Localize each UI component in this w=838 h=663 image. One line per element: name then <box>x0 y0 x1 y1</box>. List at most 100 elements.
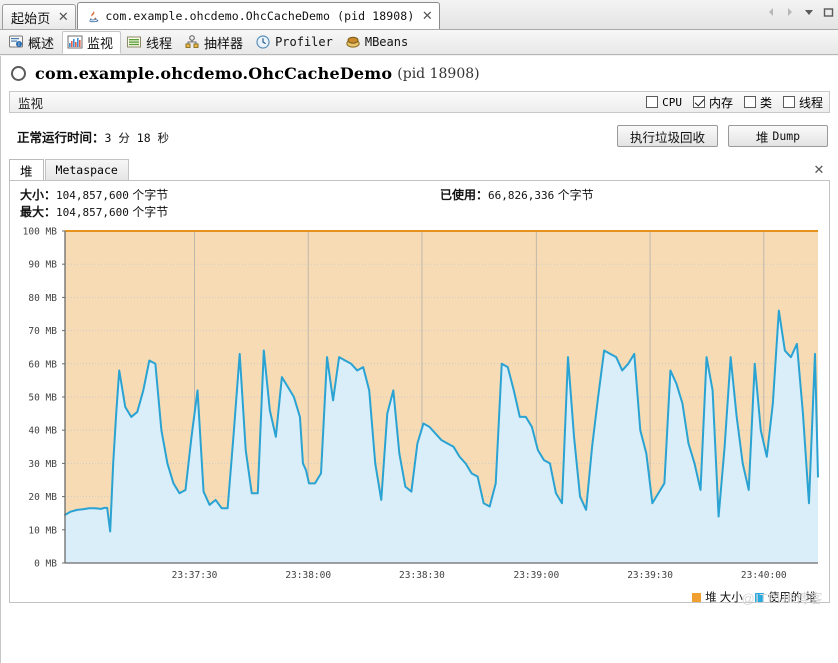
chevron-down-icon[interactable] <box>801 4 817 20</box>
tab-threads[interactable]: 线程 <box>122 31 179 54</box>
window-tab-start-page[interactable]: 起始页 ✕ <box>2 4 76 29</box>
button-label: 堆 <box>756 127 769 146</box>
checkbox-box[interactable] <box>693 96 705 108</box>
window-tab-label: 起始页 <box>11 8 50 27</box>
window-tab-label: com.example.ohcdemo.OhcCacheDemo (pid 18… <box>105 9 414 23</box>
tab-label: 概述 <box>28 33 54 52</box>
heap-max-line: 最大：104,857,600 个字节 <box>20 204 440 221</box>
close-icon[interactable]: ✕ <box>812 163 826 177</box>
monitor-section-header: 监视 CPU 内存 类 线程 <box>9 91 830 113</box>
heap-max-label: 最大： <box>20 205 56 219</box>
svg-text:i: i <box>18 42 19 48</box>
tab-overview[interactable]: i 概述 <box>4 31 61 54</box>
maximize-button[interactable] <box>820 4 836 20</box>
svg-text:23:38:30: 23:38:30 <box>399 570 445 581</box>
tab-label: 抽样器 <box>204 33 243 52</box>
heap-size-unit: 个字节 <box>132 188 168 202</box>
heap-chart-svg: 0 MB10 MB20 MB30 MB40 MB50 MB60 MB70 MB8… <box>10 225 828 603</box>
heap-dump-button[interactable]: 堆Dump <box>728 125 828 147</box>
checkbox-classes[interactable]: 类 <box>744 94 772 111</box>
svg-text:0 MB: 0 MB <box>34 559 57 570</box>
tab-monitor[interactable]: 监视 <box>62 31 121 54</box>
tab-metaspace[interactable]: Metaspace <box>45 159 129 180</box>
heap-max-value: 104,857,600 <box>56 206 129 219</box>
perform-gc-button[interactable]: 执行垃圾回收 <box>617 125 718 147</box>
netbeans-profiler-window: 起始页 ✕ com.example.ohcdemo.OhcCacheDemo (… <box>0 0 838 663</box>
svg-text:23:38:00: 23:38:00 <box>285 570 331 581</box>
heap-stats-right: 已使用：66,826,336 个字节 <box>440 187 594 221</box>
tab-sampler[interactable]: 抽样器 <box>180 31 250 54</box>
heap-used-value: 66,826,336 <box>488 189 554 202</box>
tab-label: 线程 <box>146 33 172 52</box>
heap-chart-panel: 大小：104,857,600 个字节 最大：104,857,600 个字节 已使… <box>9 181 830 603</box>
svg-text:30 MB: 30 MB <box>28 459 57 470</box>
uptime-text: 正常运行时间：3 分 18 秒 <box>17 127 169 146</box>
heap-usage-chart: 0 MB10 MB20 MB30 MB40 MB50 MB60 MB70 MB8… <box>10 225 829 603</box>
heap-used-label: 已使用： <box>440 188 488 202</box>
monitor-content-panel: com.example.ohcdemo.OhcCacheDemo (pid 18… <box>0 56 838 663</box>
button-label-suffix: Dump <box>772 129 800 143</box>
svg-text:40 MB: 40 MB <box>28 426 57 437</box>
svg-text:23:37:30: 23:37:30 <box>172 570 218 581</box>
prev-tab-button[interactable] <box>763 4 779 20</box>
view-tab-bar: i 概述 监视 线程 <box>0 30 838 55</box>
button-label: 执行垃圾回收 <box>630 127 705 146</box>
close-icon[interactable]: ✕ <box>421 10 433 22</box>
window-tab-bar: 起始页 ✕ com.example.ohcdemo.OhcCacheDemo (… <box>0 0 838 30</box>
overview-icon: i <box>8 34 24 50</box>
tab-heap[interactable]: 堆 <box>9 159 44 180</box>
tab-profiler[interactable]: Profiler <box>251 31 340 54</box>
checkbox-box[interactable] <box>783 96 795 108</box>
close-icon[interactable]: ✕ <box>57 11 69 23</box>
section-title: 监视 <box>18 93 43 112</box>
process-title: com.example.ohcdemo.OhcCacheDemo (pid 18… <box>1 56 838 89</box>
profiler-clock-icon <box>255 34 271 50</box>
heap-stats-row: 大小：104,857,600 个字节 最大：104,857,600 个字节 已使… <box>20 187 819 221</box>
tab-mbeans[interactable]: MBeans <box>341 31 415 54</box>
process-pid: (pid 18908) <box>397 66 479 82</box>
java-icon <box>86 9 100 23</box>
chart-legend: 堆 大小 使用的 堆 <box>692 589 817 605</box>
tab-label: Metaspace <box>56 163 118 177</box>
checkbox-cpu[interactable]: CPU <box>646 96 682 109</box>
svg-text:20 MB: 20 MB <box>28 492 57 503</box>
next-tab-button[interactable] <box>782 4 798 20</box>
svg-text:70 MB: 70 MB <box>28 326 57 337</box>
legend-swatch <box>692 593 701 602</box>
heap-size-value: 104,857,600 <box>56 189 129 202</box>
threads-icon <box>126 34 142 50</box>
heap-stats-left: 大小：104,857,600 个字节 最大：104,857,600 个字节 <box>20 187 440 221</box>
tab-navigation-controls <box>763 4 836 20</box>
checkbox-label: 类 <box>760 94 772 111</box>
checkbox-memory[interactable]: 内存 <box>693 94 733 111</box>
heap-size-label: 大小： <box>20 188 56 202</box>
svg-text:100 MB: 100 MB <box>23 227 58 238</box>
monitor-chart-icon <box>67 34 83 50</box>
svg-text:23:40:00: 23:40:00 <box>741 570 787 581</box>
monitor-metric-checkboxes: CPU 内存 类 线程 <box>646 94 823 111</box>
uptime-label: 正常运行时间： <box>17 131 105 145</box>
tab-label: 堆 <box>20 161 33 180</box>
process-name: com.example.ohcdemo.OhcCacheDemo <box>35 64 392 83</box>
sampler-icon <box>184 34 200 50</box>
window-tab-process[interactable]: com.example.ohcdemo.OhcCacheDemo (pid 18… <box>77 2 440 29</box>
svg-text:23:39:00: 23:39:00 <box>513 570 559 581</box>
tab-label: 监视 <box>87 33 113 52</box>
svg-text:10 MB: 10 MB <box>28 525 57 536</box>
tab-label: Profiler <box>275 35 333 49</box>
tab-label: MBeans <box>365 35 408 49</box>
heap-used-unit: 个字节 <box>558 188 594 202</box>
legend-item-heap-used: 使用的 堆 <box>755 589 817 605</box>
mbeans-icon <box>345 34 361 50</box>
action-buttons: 执行垃圾回收 堆Dump <box>617 125 828 147</box>
process-status-icon <box>11 66 26 81</box>
legend-item-heap-size: 堆 大小 <box>692 589 743 605</box>
checkbox-label: 线程 <box>799 94 823 111</box>
checkbox-box[interactable] <box>744 96 756 108</box>
checkbox-threads[interactable]: 线程 <box>783 94 823 111</box>
svg-text:50 MB: 50 MB <box>28 393 57 404</box>
svg-text:23:39:30: 23:39:30 <box>627 570 673 581</box>
checkbox-label: CPU <box>662 96 682 109</box>
svg-text:60 MB: 60 MB <box>28 359 57 370</box>
checkbox-box[interactable] <box>646 96 658 108</box>
